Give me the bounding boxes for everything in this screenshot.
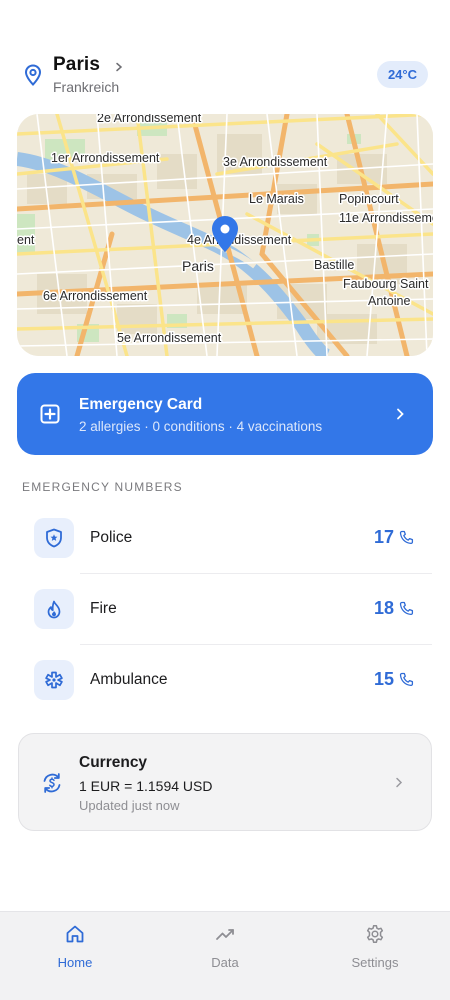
nav-data-label: Data — [211, 955, 239, 970]
currency-updated: Updated just now — [79, 798, 180, 813]
fire-label: Fire — [90, 600, 117, 617]
emergency-number-ambulance[interactable]: Ambulance 15 — [34, 660, 424, 700]
ambulance-number: 15 — [373, 669, 394, 689]
phone-icon — [399, 530, 414, 545]
medical-plus-icon — [40, 404, 60, 424]
map-label-4e: 4e Arrondissement — [187, 233, 292, 247]
emergency-card-summary: 2 allergies · 0 conditions · 4 vaccinati… — [79, 419, 323, 434]
phone-icon — [399, 601, 414, 616]
home-icon — [66, 925, 84, 943]
ambulance-label: Ambulance — [90, 671, 168, 688]
location-pin-icon — [24, 64, 42, 86]
divider — [80, 644, 432, 645]
emergency-numbers-title: EMERGENCY NUMBERS — [22, 480, 183, 494]
chevron-right-icon — [397, 408, 404, 420]
map-label-6e: 6e Arrondissement — [43, 289, 148, 303]
divider — [80, 573, 432, 574]
currency-rate: 1 EUR = 1.1594 USD — [79, 778, 213, 794]
ambulance-icon-box — [34, 660, 74, 700]
currency-exchange-icon — [43, 773, 61, 793]
location-header: Paris Frankreich 24°C — [22, 52, 428, 100]
chevron-right-icon — [116, 62, 123, 72]
nav-data[interactable]: Data — [175, 924, 275, 984]
svg-text:2e Arrondissement: 2e Arrondissement — [97, 114, 202, 125]
map-label-5e: 5e Arrondissement — [117, 331, 222, 345]
map-label-faubourg: Faubourg Saint — [343, 277, 429, 291]
phone-icon — [399, 672, 414, 687]
country-name: Frankreich — [53, 79, 120, 95]
chevron-right-icon — [396, 777, 403, 788]
map-label-antoine: Antoine — [368, 294, 410, 308]
ambulance-icon — [45, 671, 63, 689]
emergency-number-police[interactable]: Police 17 — [34, 518, 424, 558]
city-selector[interactable]: Paris Frankreich — [53, 54, 124, 95]
map-label-1er: 1er Arrondissement — [51, 151, 160, 165]
bottom-navigation: Home Data Settings — [0, 911, 450, 1000]
map-label-paris: Paris — [182, 258, 214, 274]
nav-settings[interactable]: Settings — [325, 924, 425, 984]
nav-home-label: Home — [57, 955, 93, 970]
nav-settings-label: Settings — [351, 955, 399, 970]
fire-icon-box — [34, 589, 74, 629]
map-label-11e: 11e Arrondissement — [339, 211, 433, 225]
currency-card[interactable]: Currency 1 EUR = 1.1594 USD Updated just… — [18, 733, 432, 831]
police-label: Police — [90, 529, 133, 546]
police-icon-box — [34, 518, 74, 558]
emergency-number-fire[interactable]: Fire 18 — [34, 589, 424, 629]
temperature-badge: 24°C — [376, 61, 428, 88]
city-name: Paris — [53, 54, 100, 75]
map-label-popincourt: Popincourt — [339, 192, 399, 206]
map-label-edge: ent — [17, 233, 35, 247]
police-shield-icon — [46, 528, 62, 548]
city-map[interactable]: 2e Arrondissement 1er Arrondissement 3e … — [17, 114, 433, 356]
map-label-bastille: Bastille — [314, 258, 354, 272]
map-label-3e: 3e Arrondissement — [223, 155, 328, 169]
fire-icon — [47, 600, 61, 618]
nav-home[interactable]: Home — [25, 924, 125, 984]
emergency-card-button[interactable]: Emergency Card 2 allergies · 0 condition… — [17, 373, 433, 455]
police-number: 17 — [373, 527, 394, 547]
gear-icon — [366, 925, 384, 943]
emergency-card-title: Emergency Card — [79, 396, 203, 413]
fire-number: 18 — [373, 598, 394, 618]
map-label-marais: Le Marais — [249, 192, 304, 206]
chart-line-icon — [216, 929, 234, 940]
map-canvas[interactable]: 2e Arrondissement 1er Arrondissement 3e … — [17, 114, 433, 356]
currency-title: Currency — [79, 754, 148, 771]
